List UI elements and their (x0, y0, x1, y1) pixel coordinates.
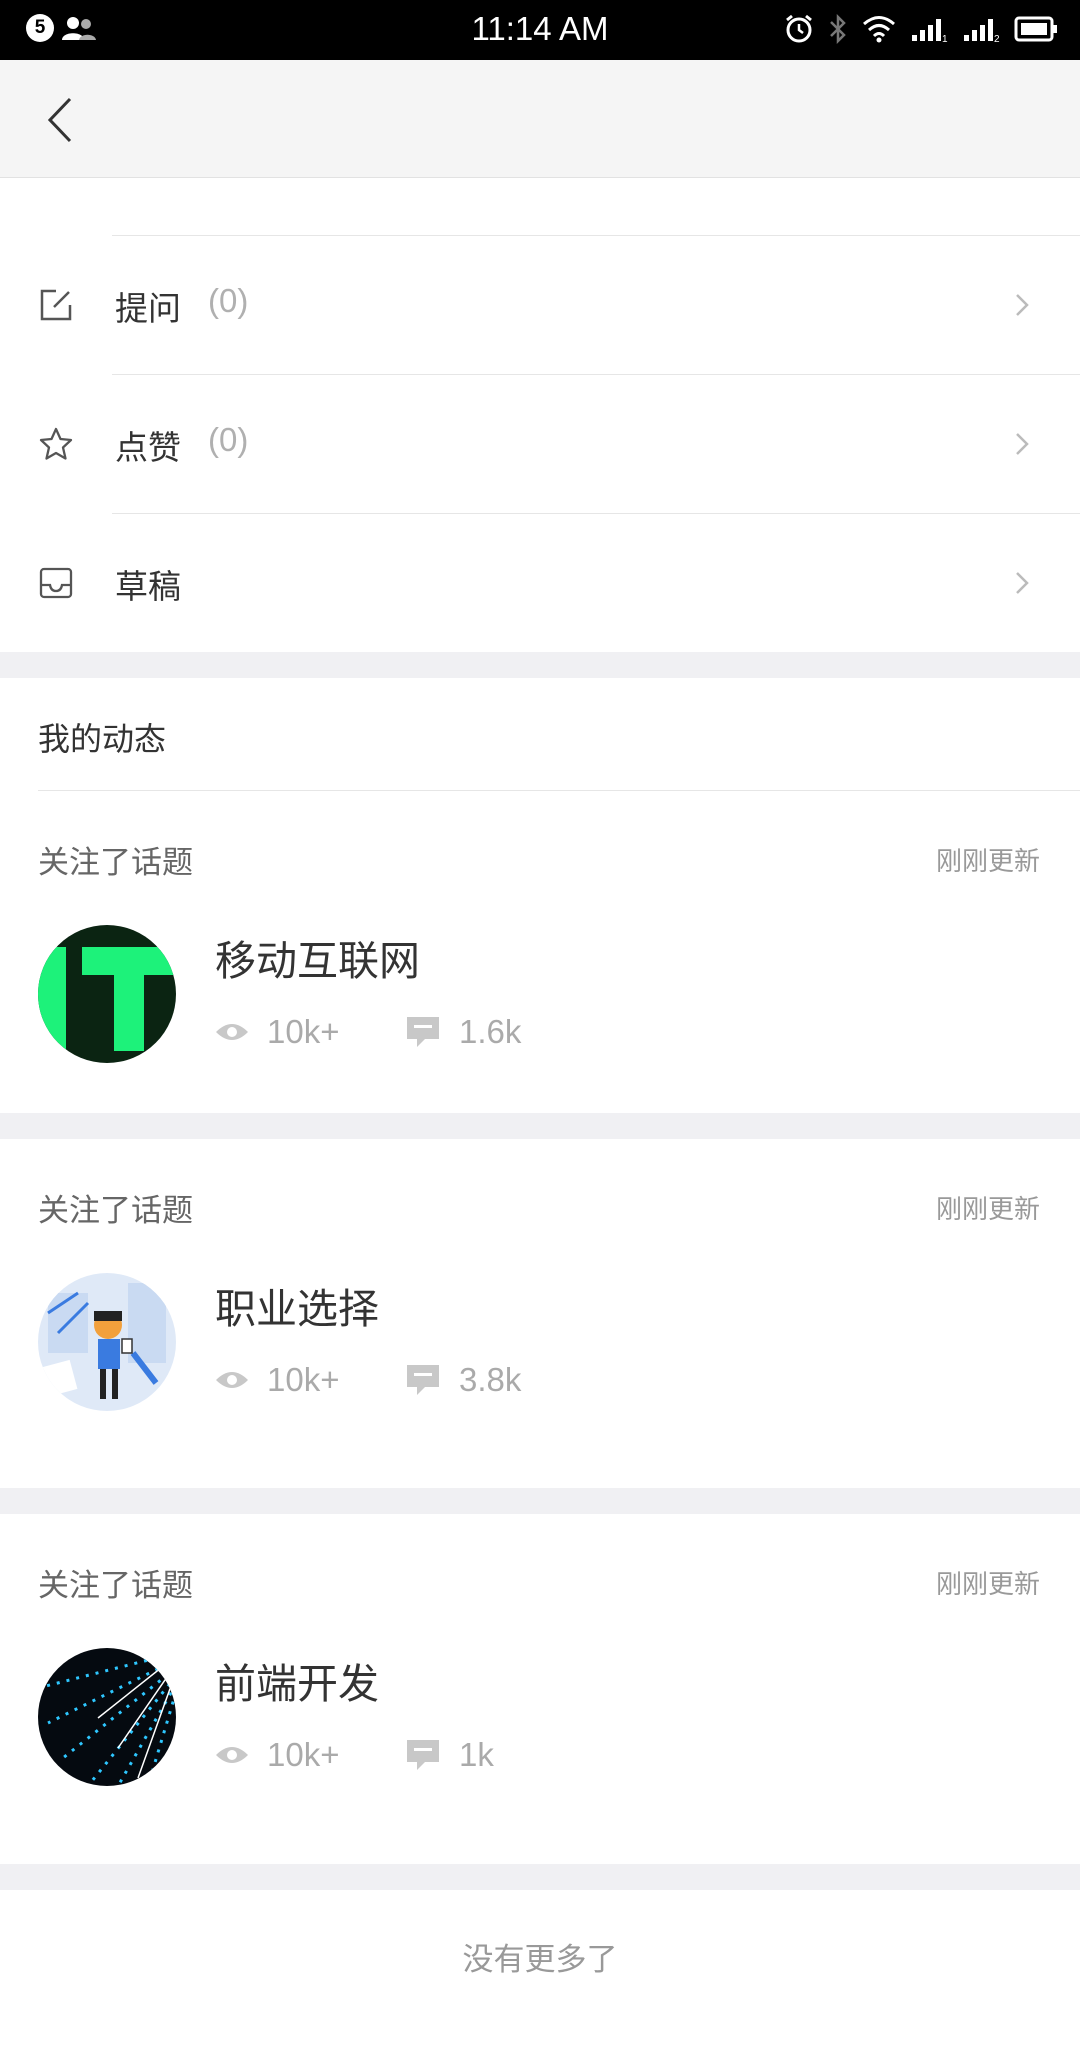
partial-menu-row (0, 178, 1080, 236)
feed-card[interactable]: 关注了话题 刚刚更新 移动互联网 10k+ 1.6k (0, 791, 1080, 1113)
topic-avatar[interactable] (38, 1648, 176, 1786)
menu-label: 点赞 (115, 428, 181, 467)
chevron-right-icon (1016, 433, 1029, 455)
topic-stats: 10k+ 1k (215, 1736, 494, 1774)
section-title: 我的动态 (38, 720, 167, 758)
menu-label: 草稿 (115, 567, 181, 606)
views-count: 10k+ (267, 1736, 340, 1773)
svg-text:2: 2 (994, 34, 1000, 43)
section-gap (0, 1864, 1080, 1890)
topic-name[interactable]: 移动互联网 (215, 927, 420, 987)
comments-count: 1.6k (459, 1013, 522, 1050)
nav-bar (0, 60, 1080, 178)
views-count: 10k+ (267, 1013, 340, 1050)
signal-sim1-icon: 1 (912, 19, 948, 43)
eye-icon (216, 1747, 248, 1763)
career-illustration-icon (38, 1273, 176, 1411)
views-count: 10k+ (267, 1361, 340, 1398)
wifi-icon (863, 16, 895, 43)
section-gap (0, 1488, 1080, 1514)
topic-name[interactable]: 职业选择 (215, 1275, 379, 1335)
activity-header: 我的动态 (0, 678, 1080, 791)
it-logo-icon (38, 925, 176, 1063)
topic-stats: 10k+ 1.6k (215, 1013, 521, 1051)
comments-count: 1k (459, 1736, 494, 1773)
edit-square-icon (40, 289, 72, 321)
chevron-right-icon (1016, 572, 1029, 594)
chevron-right-icon (1016, 294, 1029, 316)
topic-stats: 10k+ 3.8k (215, 1361, 521, 1399)
status-bar: 5 11:14 AM 1 2 (0, 0, 1080, 60)
comments-stat: 3.8k (405, 1361, 521, 1399)
views-stat: 10k+ (215, 1736, 405, 1774)
back-button[interactable] (30, 90, 90, 150)
frontend-lights-icon (38, 1648, 176, 1786)
bluetooth-icon (830, 14, 846, 44)
topic-name[interactable]: 前端开发 (215, 1650, 379, 1710)
battery-icon (1014, 16, 1057, 42)
comments-stat: 1.6k (405, 1013, 521, 1051)
feed-time: 刚刚更新 (935, 1570, 1040, 1600)
feed-time: 刚刚更新 (935, 847, 1040, 877)
feed-type: 关注了话题 (38, 1568, 193, 1604)
views-stat: 10k+ (215, 1361, 405, 1399)
end-of-list-text: 没有更多了 (462, 1942, 618, 1978)
comments-count: 3.8k (459, 1361, 522, 1398)
feed-card[interactable]: 关注了话题 刚刚更新 前端开发 10k+ 1k (0, 1514, 1080, 1864)
signal-sim2-icon: 2 (964, 19, 1000, 43)
section-gap (0, 652, 1080, 678)
comment-icon (407, 1365, 439, 1395)
star-icon (39, 427, 73, 460)
comment-icon (407, 1740, 439, 1770)
feed-type: 关注了话题 (38, 1193, 193, 1229)
comment-icon (407, 1017, 439, 1047)
views-stat: 10k+ (215, 1013, 405, 1051)
inbox-tray-icon (39, 567, 73, 599)
topic-avatar[interactable] (38, 1273, 176, 1411)
menu-count: (0) (208, 421, 249, 458)
svg-text:1: 1 (942, 34, 948, 43)
eye-icon (216, 1372, 248, 1388)
menu-label: 提问 (115, 289, 181, 328)
menu-row-questions[interactable]: 提问 (0) (0, 236, 1080, 374)
topic-avatar[interactable] (38, 925, 176, 1063)
alarm-icon (786, 14, 812, 43)
feed-card[interactable]: 关注了话题 刚刚更新 职业选择 10k+ 3.8k (0, 1139, 1080, 1488)
menu-count: (0) (208, 282, 249, 319)
eye-icon (216, 1024, 248, 1040)
section-gap (0, 1113, 1080, 1139)
menu-row-drafts[interactable]: 草稿 (0, 514, 1080, 652)
comments-stat: 1k (405, 1736, 494, 1774)
status-right: 1 2 (784, 14, 1058, 44)
chevron-left-icon (48, 97, 72, 143)
feed-time: 刚刚更新 (935, 1195, 1040, 1225)
feed-type: 关注了话题 (38, 845, 193, 881)
menu-row-likes[interactable]: 点赞 (0) (0, 375, 1080, 513)
